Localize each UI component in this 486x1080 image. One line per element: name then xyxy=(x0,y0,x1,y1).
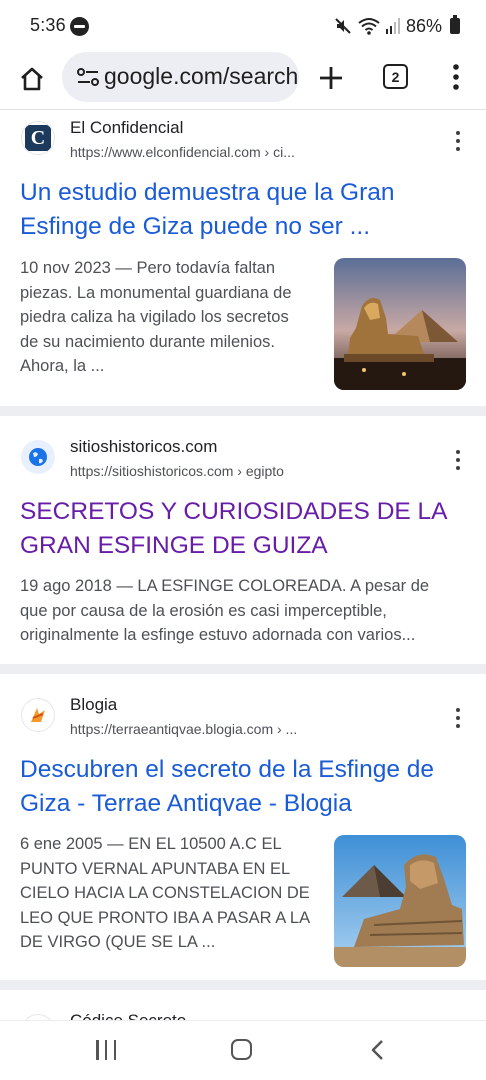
result-card: C El Confidencial https://www.elconfiden… xyxy=(0,111,486,406)
signal-icon xyxy=(385,18,400,34)
browser-toolbar: google.com/search 2 xyxy=(0,52,486,110)
site-settings-icon[interactable] xyxy=(77,67,99,87)
recent-apps-button[interactable] xyxy=(96,1040,116,1060)
result-options-button[interactable] xyxy=(450,448,466,472)
battery-percent: 86% xyxy=(405,15,442,36)
mute-icon xyxy=(335,18,351,34)
site-url[interactable]: https://terraeantiqvae.blogia.com › ... xyxy=(70,721,297,737)
site-name[interactable]: Códice Secreto xyxy=(70,1011,186,1020)
result-options-button[interactable] xyxy=(450,706,466,730)
system-nav-bar xyxy=(0,1020,486,1080)
wifi-icon xyxy=(358,18,380,35)
el-confidencial-logo: C xyxy=(25,125,51,151)
do-not-disturb-icon xyxy=(70,17,89,36)
tab-count: 2 xyxy=(391,68,400,85)
tab-switcher-button[interactable]: 2 xyxy=(383,64,408,89)
new-tab-button[interactable] xyxy=(316,63,346,93)
battery-icon xyxy=(450,15,460,34)
site-url[interactable]: https://sitioshistoricos.com › egipto xyxy=(70,463,284,479)
system-home-button[interactable] xyxy=(231,1039,252,1060)
back-button[interactable] xyxy=(368,1039,388,1061)
result-card: Códice Secreto xyxy=(0,990,486,1020)
globe-icon xyxy=(29,448,47,466)
result-divider xyxy=(0,980,486,990)
sphinx-night-image xyxy=(334,258,466,390)
result-card: Blogia https://terraeantiqvae.blogia.com… xyxy=(0,674,486,980)
result-options-button[interactable] xyxy=(450,129,466,153)
site-name[interactable]: El Confidencial xyxy=(70,118,183,138)
home-icon xyxy=(21,67,43,91)
blogia-logo-icon xyxy=(31,708,45,722)
site-logo[interactable] xyxy=(21,440,55,474)
result-divider xyxy=(0,406,486,416)
result-title-link[interactable]: Descubren el secreto de la Esfinge de Gi… xyxy=(20,753,460,821)
result-snippet: 6 ene 2005 — EN EL 10500 A.C EL PUNTO VE… xyxy=(20,835,311,951)
result-divider xyxy=(0,664,486,674)
result-card: sitioshistoricos.com https://sitioshisto… xyxy=(0,416,486,664)
status-time: 5:36 xyxy=(30,15,66,35)
result-snippet: 10 nov 2023 — Pero todavía faltan piezas… xyxy=(20,259,292,375)
result-title-link[interactable]: SECRETOS Y CURIOSIDADES DE LA GRAN ESFIN… xyxy=(20,495,460,563)
url-text: google.com/search xyxy=(104,63,299,89)
result-title-link[interactable]: Un estudio demuestra que la Gran Esfinge… xyxy=(20,176,460,244)
site-name[interactable]: sitioshistoricos.com xyxy=(70,437,217,457)
address-bar[interactable]: google.com/search xyxy=(62,52,299,102)
browser-menu-button[interactable] xyxy=(446,62,466,92)
site-logo[interactable]: C xyxy=(21,121,55,155)
result-snippet: 19 ago 2018 — LA ESFINGE COLOREADA. A pe… xyxy=(20,577,430,644)
site-name[interactable]: Blogia xyxy=(70,695,117,715)
site-logo[interactable] xyxy=(21,698,55,732)
status-icons: 86% xyxy=(334,14,460,38)
result-thumbnail[interactable] xyxy=(334,835,466,967)
sphinx-day-image xyxy=(334,835,466,967)
search-results: C El Confidencial https://www.elconfiden… xyxy=(0,111,486,1020)
site-url[interactable]: https://www.elconfidencial.com › ci... xyxy=(70,144,295,160)
result-thumbnail[interactable] xyxy=(334,258,466,390)
home-button[interactable] xyxy=(16,63,48,95)
status-bar: 5:36 86% xyxy=(0,0,486,52)
